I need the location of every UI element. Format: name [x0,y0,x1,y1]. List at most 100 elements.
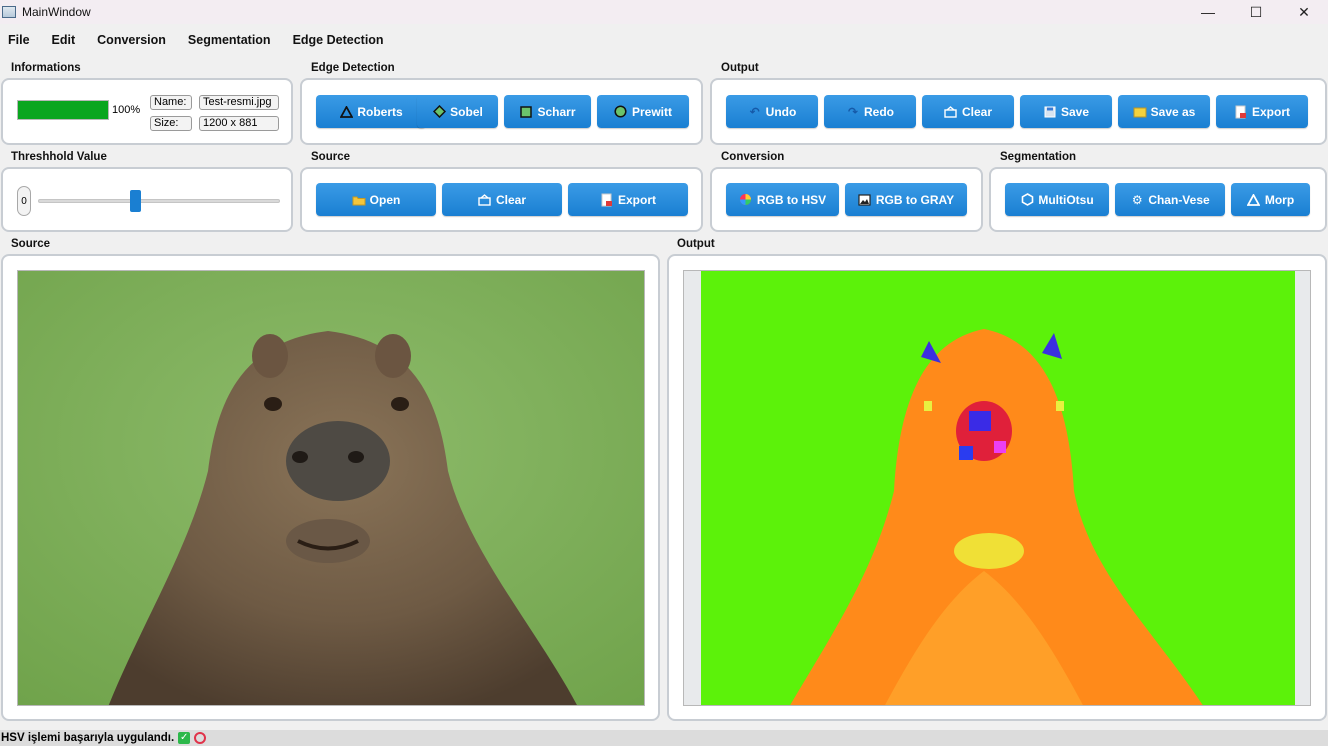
chan-vese-label: Chan-Vese [1148,192,1210,207]
threshold-title: Threshhold Value [11,151,107,163]
menu-bar: File Edit Conversion Segmentation Edge D… [0,28,1328,52]
multiotsu-button[interactable]: MultiOtsu [1005,183,1109,216]
roberts-label: Roberts [357,104,403,119]
output-image [701,271,1295,705]
source-tools-title: Source [311,151,350,163]
folder-icon [352,193,366,207]
source-view-panel [1,254,660,721]
threshold-slider-handle[interactable] [129,190,141,212]
multiotsu-label: MultiOtsu [1038,192,1094,207]
morp-label: Morp [1264,192,1295,207]
edge-detection-title: Edge Detection [311,62,395,74]
title-bar: MainWindow — ☐ ✕ [0,0,1328,24]
status-message: HSV işlemi başarıyla uygulandı. [1,732,175,744]
source-clear-label: Clear [495,192,527,207]
menu-file[interactable]: File [8,33,30,47]
color-wheel-icon [739,193,753,207]
save-label: Save [1060,104,1090,119]
save-as-icon [1133,105,1147,119]
informations-title: Informations [11,62,81,74]
save-button[interactable]: Save [1020,95,1112,128]
scharr-label: Scharr [537,104,576,119]
menu-conversion[interactable]: Conversion [97,33,166,47]
source-export-label: Export [617,192,656,207]
undo-icon: ↶ [749,104,760,119]
prewitt-label: Prewitt [631,104,672,119]
source-image [17,270,645,706]
status-bar: HSV işlemi başarıyla uygulandı. ✓ [0,730,1328,746]
triangle-icon [339,105,353,119]
output-clear-button[interactable]: Clear [922,95,1014,128]
rgb-to-gray-button[interactable]: RGB to GRAY [845,183,967,216]
rgb-to-hsv-label: RGB to HSV [756,192,827,207]
window-controls: — ☐ ✕ [1184,0,1328,24]
export-icon [600,193,614,207]
edge-detection-panel: Roberts Sobel Scharr Prewitt [300,78,703,145]
diamond-icon [432,105,446,119]
source-clear-button[interactable]: Clear [442,183,562,216]
basket-icon [478,193,492,207]
chan-vese-button[interactable]: ⚙ Chan-Vese [1115,183,1225,216]
segmentation-title: Segmentation [1000,151,1077,163]
conversion-title: Conversion [721,151,785,163]
undo-label: Undo [765,104,797,119]
open-button[interactable]: Open [316,183,436,216]
check-icon: ✓ [178,732,191,744]
menu-edit[interactable]: Edit [52,33,76,47]
name-value: Test-resmi.jpg [199,95,279,110]
output-clear-label: Clear [961,104,993,119]
open-label: Open [369,192,401,207]
target-icon [194,732,207,744]
prewitt-button[interactable]: Prewitt [597,95,689,128]
basket-icon [944,105,958,119]
output-tools-panel: ↶ Undo ↷ Redo Clear Save Save as Export [710,78,1327,145]
threshold-value-box[interactable]: 0 [17,186,31,216]
rgb-to-gray-label: RGB to GRAY [875,192,955,207]
app-icon [2,6,16,18]
export-icon [1234,105,1248,119]
triangle-icon [1247,193,1261,207]
sobel-button[interactable]: Sobel [417,95,498,128]
maximize-button[interactable]: ☐ [1232,0,1280,24]
close-button[interactable]: ✕ [1280,0,1328,24]
size-label: Size: [150,116,192,131]
output-view-title: Output [677,238,715,250]
floppy-icon [1043,105,1057,119]
morp-button[interactable]: Morp [1231,183,1310,216]
menu-edge-detection[interactable]: Edge Detection [293,33,384,47]
progress-fill [18,101,108,119]
source-tools-panel: Open Clear Export [300,167,703,232]
conversion-panel: RGB to HSV RGB to GRAY [710,167,983,232]
scharr-button[interactable]: Scharr [504,95,591,128]
rgb-to-hsv-button[interactable]: RGB to HSV [726,183,839,216]
output-tools-title: Output [721,62,759,74]
progress-text: 100% [112,104,141,116]
roberts-button[interactable]: Roberts [316,95,426,128]
output-image-frame [683,270,1311,706]
undo-button[interactable]: ↶ Undo [726,95,818,128]
output-view-panel [667,254,1327,721]
menu-segmentation[interactable]: Segmentation [188,33,271,47]
redo-button[interactable]: ↷ Redo [824,95,916,128]
output-export-button[interactable]: Export [1216,95,1308,128]
name-label: Name: [150,95,192,110]
save-as-button[interactable]: Save as [1118,95,1210,128]
source-view-title: Source [11,238,50,250]
image-icon [858,193,872,207]
progress-bar [17,100,109,120]
hexagon-icon [1020,193,1034,207]
source-export-button[interactable]: Export [568,183,688,216]
threshold-slider-track[interactable] [38,199,280,203]
minimize-button[interactable]: — [1184,0,1232,24]
window-title: MainWindow [22,5,91,19]
square-icon [519,105,533,119]
sobel-label: Sobel [450,104,483,119]
segmentation-panel: MultiOtsu ⚙ Chan-Vese Morp [989,167,1327,232]
gear-icon: ⚙ [1131,192,1143,207]
output-export-label: Export [1251,104,1290,119]
informations-panel: 100% Name: Test-resmi.jpg Size: 1200 x 8… [1,78,293,145]
save-as-label: Save as [1150,104,1196,119]
redo-icon: ↷ [847,104,859,119]
redo-label: Redo [864,104,894,119]
circle-icon [614,105,628,119]
